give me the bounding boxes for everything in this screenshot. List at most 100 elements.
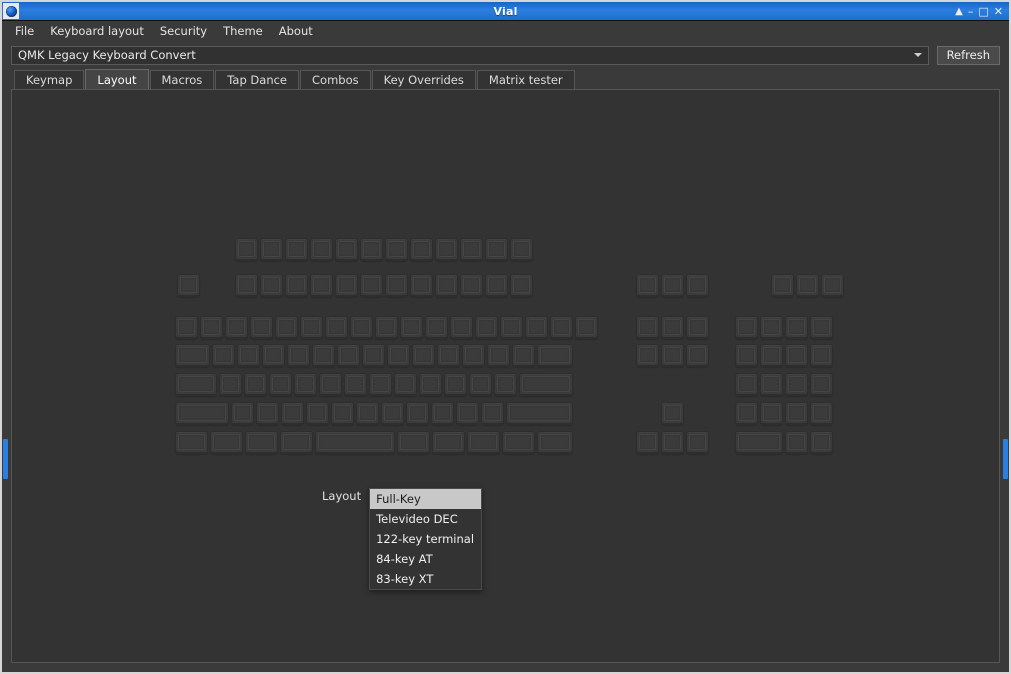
keyboard-key[interactable]	[412, 344, 435, 367]
keyboard-key[interactable]	[661, 344, 684, 367]
keyboard-key[interactable]	[310, 238, 333, 261]
menu-item-keyboard-layout[interactable]: Keyboard layout	[43, 22, 151, 40]
keyboard-select-combo[interactable]: QMK Legacy Keyboard Convert	[11, 46, 929, 65]
keyboard-key[interactable]	[285, 238, 308, 261]
keyboard-key[interactable]	[510, 238, 533, 261]
keyboard-key[interactable]	[512, 344, 535, 367]
keyboard-key[interactable]	[462, 344, 485, 367]
right-resize-grip[interactable]	[1003, 439, 1008, 479]
tab-matrix-tester[interactable]: Matrix tester	[477, 70, 575, 89]
keyboard-key[interactable]	[525, 316, 548, 339]
keyboard-key[interactable]	[785, 431, 808, 454]
keyboard-key[interactable]	[231, 402, 254, 425]
keyboard-key[interactable]	[375, 316, 398, 339]
keyboard-key[interactable]	[350, 316, 373, 339]
keyboard-key[interactable]	[661, 402, 684, 425]
keyboard-key[interactable]	[360, 274, 383, 297]
keyboard-key[interactable]	[510, 274, 533, 297]
keyboard-key[interactable]	[431, 402, 454, 425]
keyboard-key[interactable]	[502, 431, 535, 454]
keyboard-key[interactable]	[319, 373, 342, 396]
keyboard-key[interactable]	[785, 402, 808, 425]
keyboard-key[interactable]	[735, 373, 758, 396]
keyboard-key[interactable]	[575, 316, 598, 339]
keyboard-key[interactable]	[785, 373, 808, 396]
keyboard-key[interactable]	[344, 373, 367, 396]
keyboard-key[interactable]	[256, 402, 279, 425]
keyboard-key[interactable]	[310, 274, 333, 297]
keyboard-key[interactable]	[235, 274, 258, 297]
keyboard-key[interactable]	[235, 238, 258, 261]
keyboard-key[interactable]	[425, 316, 448, 339]
keyboard-key[interactable]	[410, 274, 433, 297]
keyboard-key[interactable]	[175, 431, 208, 454]
keyboard-key[interactable]	[444, 373, 467, 396]
keyboard-key[interactable]	[315, 431, 396, 454]
layout-option[interactable]: 84-key AT	[370, 549, 481, 569]
keyboard-key[interactable]	[494, 373, 517, 396]
keyboard-key[interactable]	[785, 344, 808, 367]
keyboard-key[interactable]	[300, 316, 323, 339]
keyboard-key[interactable]	[237, 344, 260, 367]
keyboard-key[interactable]	[294, 373, 317, 396]
refresh-button[interactable]: Refresh	[937, 46, 1000, 65]
keyboard-key[interactable]	[312, 344, 335, 367]
keyboard-key[interactable]	[281, 402, 304, 425]
layout-option[interactable]: Televideo DEC	[370, 509, 481, 529]
tab-macros[interactable]: Macros	[150, 70, 215, 89]
shade-button[interactable]: ▲	[955, 6, 963, 17]
keyboard-key[interactable]	[362, 344, 385, 367]
keyboard-key[interactable]	[325, 316, 348, 339]
keyboard-key[interactable]	[269, 373, 292, 396]
keyboard-key[interactable]	[410, 238, 433, 261]
keyboard-key[interactable]	[487, 344, 510, 367]
keyboard-key[interactable]	[760, 344, 783, 367]
keyboard-key[interactable]	[686, 344, 709, 367]
keyboard-key[interactable]	[760, 316, 783, 339]
keyboard-key[interactable]	[771, 274, 794, 297]
keyboard-key[interactable]	[485, 274, 508, 297]
keyboard-key[interactable]	[821, 274, 844, 297]
keyboard-key[interactable]	[397, 431, 430, 454]
keyboard-key[interactable]	[260, 238, 283, 261]
keyboard-key[interactable]	[285, 274, 308, 297]
keyboard-key[interactable]	[385, 238, 408, 261]
keyboard-key[interactable]	[481, 402, 504, 425]
keyboard-key[interactable]	[250, 316, 273, 339]
keyboard-key[interactable]	[735, 316, 758, 339]
keyboard-key[interactable]	[460, 238, 483, 261]
keyboard-key[interactable]	[796, 274, 819, 297]
maximize-button[interactable]: □	[978, 6, 988, 17]
keyboard-key[interactable]	[287, 344, 310, 367]
layout-select-dropdown[interactable]: Full-KeyTelevideo DEC122-key terminal84-…	[369, 488, 482, 590]
keyboard-key[interactable]	[306, 402, 329, 425]
keyboard-key[interactable]	[331, 402, 354, 425]
tab-key-overrides[interactable]: Key Overrides	[372, 70, 476, 89]
keyboard-key[interactable]	[467, 431, 500, 454]
keyboard-key[interactable]	[177, 274, 200, 297]
keyboard-key[interactable]	[335, 238, 358, 261]
close-button[interactable]: ✕	[994, 6, 1003, 17]
keyboard-key[interactable]	[394, 373, 417, 396]
keyboard-key[interactable]	[500, 316, 523, 339]
keyboard-key[interactable]	[262, 344, 285, 367]
keyboard-key[interactable]	[686, 431, 709, 454]
keyboard-key[interactable]	[219, 373, 242, 396]
keyboard-key[interactable]	[469, 373, 492, 396]
keyboard-key[interactable]	[537, 431, 573, 454]
keyboard-key[interactable]	[369, 373, 392, 396]
keyboard-key[interactable]	[435, 238, 458, 261]
keyboard-key[interactable]	[280, 431, 313, 454]
keyboard-key[interactable]	[381, 402, 404, 425]
title-bar[interactable]: Vial ▲ – □ ✕	[2, 2, 1009, 21]
keyboard-key[interactable]	[437, 344, 460, 367]
keyboard-key[interactable]	[456, 402, 479, 425]
tab-tap-dance[interactable]: Tap Dance	[215, 70, 299, 89]
keyboard-key[interactable]	[225, 316, 248, 339]
keyboard-key[interactable]	[245, 431, 278, 454]
keyboard-key[interactable]	[244, 373, 267, 396]
keyboard-key[interactable]	[735, 402, 758, 425]
keyboard-key[interactable]	[210, 431, 243, 454]
keyboard-key[interactable]	[636, 316, 659, 339]
keyboard-key[interactable]	[485, 238, 508, 261]
